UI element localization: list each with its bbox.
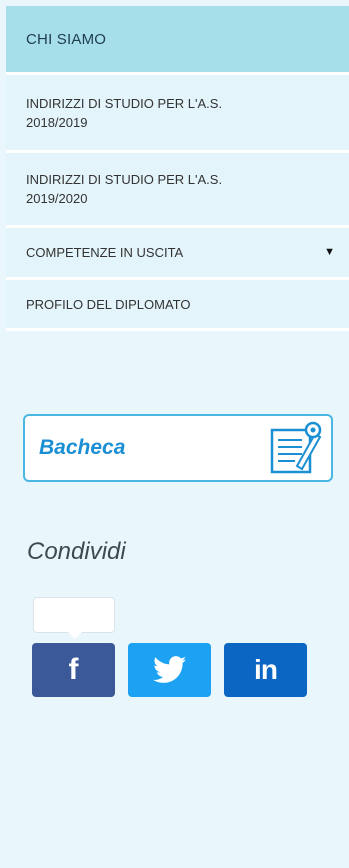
bacheca-button[interactable]: Bacheca [23,414,333,482]
menu-header-chi-siamo[interactable]: CHI SIAMO [6,6,349,72]
side-menu: CHI SIAMO INDIRIZZI DI STUDIO PER L'A.S.… [6,6,349,331]
facebook-icon: f [68,653,79,686]
share-title: Condividi [27,538,126,565]
linkedin-icon: in [254,654,278,685]
menu-item-label: INDIRIZZI DI STUDIO PER L'A.S. 2019/2020 [26,172,223,206]
facebook-share-button[interactable]: f [32,643,115,697]
share-counter-bubble [33,597,115,639]
notice-board-icon [270,421,322,474]
linkedin-share-button[interactable]: in [224,643,307,697]
menu-item-indirizzi-2018[interactable]: INDIRIZZI DI STUDIO PER L'A.S. 2018/2019 [6,72,349,150]
caret-down-icon[interactable]: ▼ [324,243,335,262]
sidebar: CHI SIAMO INDIRIZZI DI STUDIO PER L'A.S.… [0,0,349,868]
menu-item-label: INDIRIZZI DI STUDIO PER L'A.S. 2018/2019 [26,95,223,130]
menu-item-label: PROFILO DEL DIPLOMATO [26,296,191,312]
menu-item-label: COMPETENZE IN USCITA [26,245,184,260]
menu-item-profilo[interactable]: PROFILO DEL DIPLOMATO [6,277,349,331]
bacheca-label: Bacheca [39,436,126,459]
menu-item-indirizzi-2019[interactable]: INDIRIZZI DI STUDIO PER L'A.S. 2019/2020 [6,150,349,225]
twitter-share-button[interactable] [128,643,211,697]
twitter-icon [152,656,186,683]
menu-item-competenze[interactable]: COMPETENZE IN USCITA ▼ [6,225,349,277]
